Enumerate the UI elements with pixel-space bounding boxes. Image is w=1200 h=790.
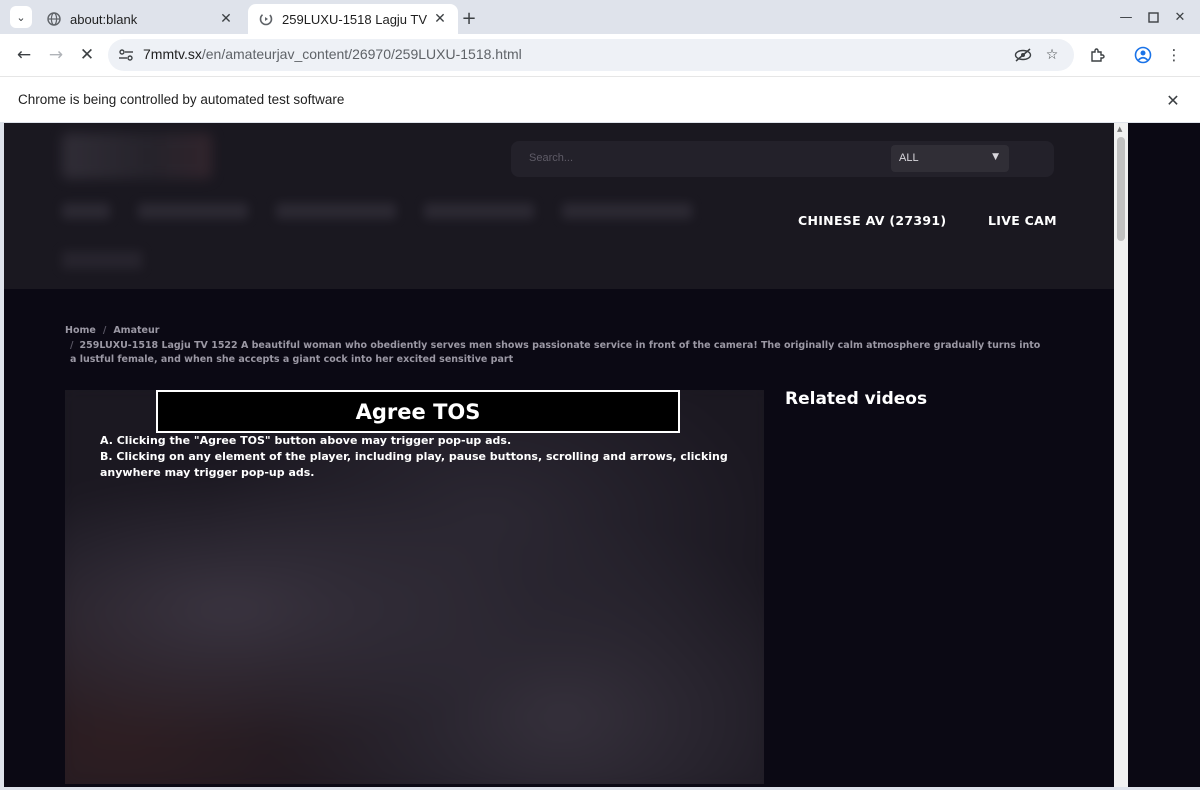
breadcrumb-separator: / (70, 340, 74, 351)
infobar-message: Chrome is being controlled by automated … (18, 92, 345, 107)
related-videos-heading: Related videos (785, 389, 928, 409)
page-viewport: Search... ALL ▼ CHINESE AV (27391) LIVE … (4, 123, 1114, 787)
maximize-button[interactable] (1144, 8, 1162, 26)
tab-about-blank[interactable]: about:blank ✕ (36, 4, 244, 34)
close-icon[interactable]: ✕ (430, 9, 450, 29)
caret-down-icon: ▼ (992, 152, 999, 162)
minimize-button[interactable]: — (1117, 8, 1135, 26)
video-title: 259LUXU-1518 Lagju TV 1522 A beautiful w… (70, 340, 1041, 365)
nav-menu-blurred (62, 203, 782, 231)
maximize-icon (1147, 11, 1159, 23)
scroll-up-arrow-icon[interactable]: ▲ (1117, 125, 1122, 133)
page-scrollbar[interactable]: ▲ (1114, 123, 1128, 787)
url-host: 7mmtv.sx (143, 46, 202, 62)
new-tab-button[interactable]: + (458, 7, 480, 29)
tracking-protection-icon[interactable] (1013, 45, 1033, 65)
tab-title: about:blank (70, 11, 138, 27)
nav-menu-blurred-2 (62, 251, 142, 269)
url-path: /en/amateurjav_content/26970/259LUXU-151… (201, 46, 522, 62)
address-bar[interactable]: 7mmtv.sx/en/amateurjav_content/26970/259… (108, 39, 1074, 71)
automation-infobar: Chrome is being controlled by automated … (0, 76, 1200, 122)
tab-current-page[interactable]: 259LUXU-1518 Lagju TV 1 ✕ (248, 4, 458, 34)
extensions-icon[interactable] (1087, 45, 1107, 65)
site-logo[interactable] (62, 133, 212, 179)
loading-icon (258, 11, 274, 27)
minimize-icon: — (1119, 9, 1133, 25)
site-info-icon[interactable] (116, 45, 136, 65)
search-scope-value: ALL (899, 152, 919, 164)
browser-toolbar: ← → ✕ 7mmtv.sx/en/amateurjav_content/269… (0, 34, 1200, 76)
arrow-left-icon: ← (16, 45, 32, 65)
browser-window: ⌄ about:blank ✕ 259LUXU-1518 Lagju TV 1 … (0, 0, 1200, 790)
close-icon: ✕ (79, 45, 95, 65)
nav-chinese-av[interactable]: CHINESE AV (27391) (798, 213, 946, 228)
tos-note-b: B. Clicking on any element of the player… (100, 450, 728, 479)
window-close-button[interactable]: ✕ (1171, 8, 1189, 26)
video-player[interactable]: Agree TOS A. Clicking the "Agree TOS" bu… (65, 390, 764, 784)
close-icon: ✕ (1174, 9, 1186, 25)
globe-icon (46, 11, 62, 27)
infobar-close-button[interactable]: ✕ (1163, 90, 1183, 110)
tab-title: 259LUXU-1518 Lagju TV 1 (282, 11, 430, 27)
plus-icon: + (461, 7, 477, 29)
search-scope-select[interactable]: ALL ▼ (891, 145, 1009, 172)
profile-icon[interactable] (1133, 45, 1153, 65)
page-right-margin (1128, 123, 1200, 787)
site-header: Search... ALL ▼ CHINESE AV (27391) LIVE … (4, 123, 1114, 289)
breadcrumb-current: /259LUXU-1518 Lagju TV 1522 A beautiful … (70, 339, 1050, 367)
menu-icon[interactable]: ⋮ (1164, 45, 1184, 65)
back-button[interactable]: ← (12, 43, 36, 67)
arrow-right-icon: → (48, 45, 64, 65)
nav-live-cam[interactable]: LIVE CAM (988, 213, 1057, 228)
search-bar: Search... ALL ▼ (511, 141, 1054, 177)
tab-strip: ⌄ about:blank ✕ 259LUXU-1518 Lagju TV 1 … (0, 0, 1200, 34)
chevron-down-icon: ⌄ (16, 10, 26, 24)
tos-note-a: A. Clicking the "Agree TOS" button above… (100, 434, 512, 447)
search-input[interactable]: Search... (529, 152, 573, 164)
breadcrumb-home[interactable]: Home (65, 325, 96, 336)
agree-tos-button[interactable]: Agree TOS (156, 390, 680, 433)
close-icon[interactable]: ✕ (216, 9, 236, 29)
stop-loading-button[interactable]: ✕ (75, 43, 99, 67)
url-text: 7mmtv.sx/en/amateurjav_content/26970/259… (143, 46, 522, 62)
forward-button[interactable]: → (44, 43, 68, 67)
tos-notes: A. Clicking the "Agree TOS" button above… (100, 433, 740, 481)
close-icon: ✕ (1166, 90, 1180, 110)
scrollbar-thumb[interactable] (1117, 137, 1125, 241)
bookmark-star-icon[interactable]: ☆ (1042, 45, 1062, 65)
breadcrumb-separator: / (102, 325, 107, 336)
breadcrumb: Home / Amateur (65, 325, 159, 336)
tab-search-button[interactable]: ⌄ (10, 6, 32, 28)
breadcrumb-category[interactable]: Amateur (113, 325, 159, 336)
